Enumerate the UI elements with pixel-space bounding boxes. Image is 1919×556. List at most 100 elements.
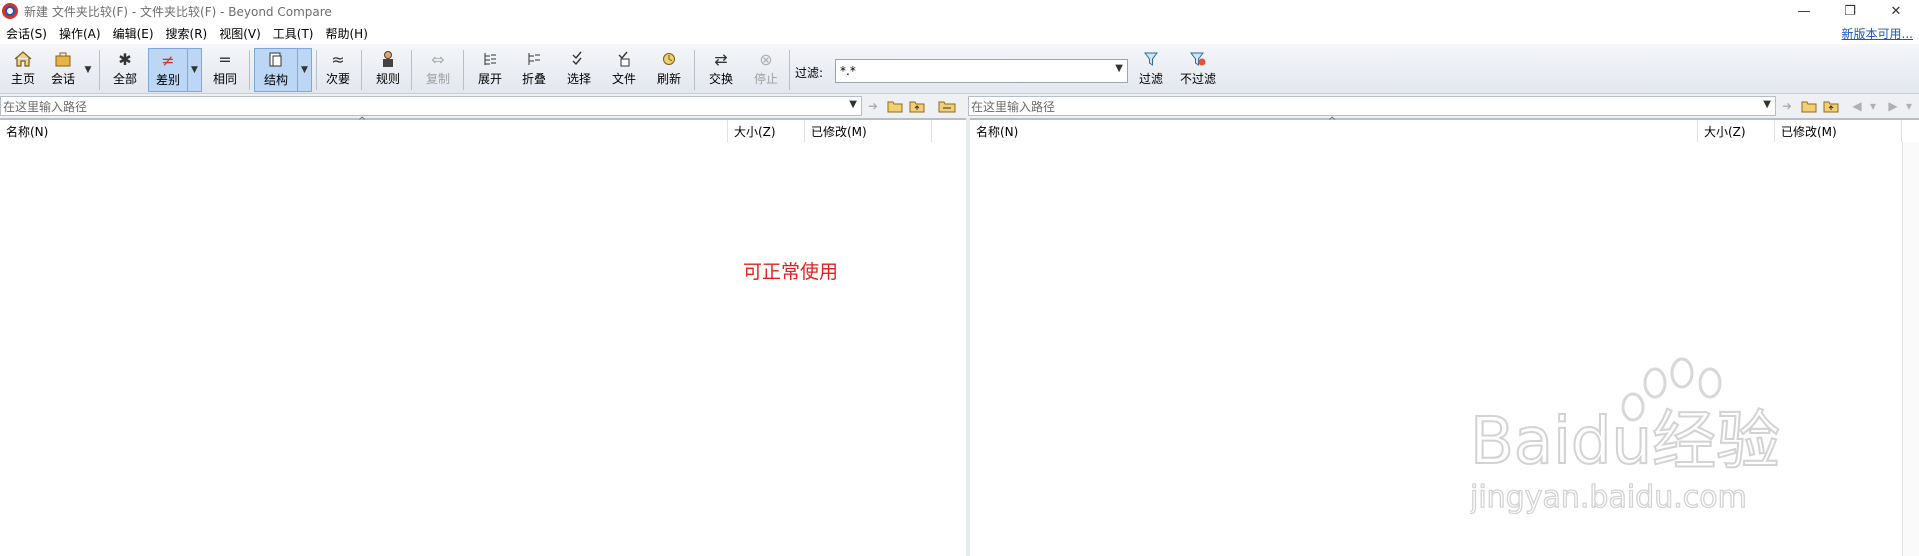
no-filter-label: 不过滤: [1179, 72, 1216, 86]
stop-label: 停止: [753, 72, 778, 86]
toolbar-separator: [789, 50, 790, 90]
title-bar: 新建 文件夹比较(F) - 文件夹比较(F) - Beyond Compare …: [0, 0, 1919, 22]
checkmarks-icon: [571, 48, 587, 70]
toolbar-separator: [411, 50, 412, 90]
watermark-brand: Baidu经验: [1470, 405, 1780, 479]
right-size-column-header[interactable]: 大小(Z): [1698, 120, 1775, 142]
show-all-label: 全部: [112, 72, 137, 86]
right-path-input[interactable]: 在这里输入路径 ▼: [968, 96, 1776, 116]
show-same-label: 相同: [212, 72, 237, 86]
structure-button[interactable]: 结构: [254, 48, 298, 92]
asterisk-icon: ✱: [118, 49, 132, 69]
app-logo-icon: [2, 3, 18, 19]
watermark-url: jingyan.baidu.com: [1470, 480, 1747, 515]
right-browse-folder-icon[interactable]: [1800, 98, 1818, 114]
restore-button[interactable]: ❐: [1827, 0, 1873, 22]
stop-icon: ⊗: [759, 49, 773, 69]
right-size-header-label: 大小(Z): [1704, 124, 1746, 139]
show-diff-label: 差别: [155, 73, 180, 87]
annotation-text: 可正常使用: [743, 261, 839, 283]
select-button[interactable]: 选择: [563, 48, 595, 92]
right-modified-column-header[interactable]: 已修改(M): [1775, 120, 1902, 142]
left-size-column-header[interactable]: 大小(Z): [728, 120, 805, 142]
equals-icon: =: [218, 49, 232, 69]
left-pane[interactable]: 名称(N) ^ 大小(Z) 已修改(M): [0, 116, 966, 556]
minor-label: 次要: [325, 72, 350, 86]
swap-icon: ⇄: [714, 49, 728, 69]
left-swap-folders-icon[interactable]: [938, 98, 956, 114]
minor-button[interactable]: ≈ 次要: [322, 48, 354, 92]
show-same-button[interactable]: = 相同: [208, 48, 242, 92]
file-check-icon: [616, 48, 632, 70]
show-diff-button[interactable]: ≠ 差别: [148, 48, 188, 92]
files-label: 文件: [611, 72, 636, 86]
minimize-button[interactable]: —: [1781, 0, 1827, 22]
right-go-icon[interactable]: ➜: [1778, 98, 1796, 114]
new-version-link[interactable]: 新版本可用...: [1842, 25, 1913, 42]
sort-ascending-icon: ^: [358, 116, 367, 127]
right-parent-folder-icon[interactable]: [1822, 98, 1840, 114]
copy-button[interactable]: ⇔ 复制: [422, 48, 454, 92]
collapse-button[interactable]: 折叠: [518, 48, 550, 92]
left-parent-folder-icon[interactable]: [908, 98, 926, 114]
right-name-header-label: 名称(N): [976, 124, 1019, 139]
swap-label: 交换: [708, 72, 733, 86]
filter-input[interactable]: *.* ▼: [835, 59, 1128, 83]
structure-icon: [268, 49, 284, 71]
refresh-icon: [661, 48, 677, 70]
window-controls: — ❐ ✕: [1781, 0, 1919, 22]
chevron-down-icon[interactable]: ▼: [1763, 99, 1771, 110]
expand-button[interactable]: 展开: [474, 48, 506, 92]
right-name-column-header[interactable]: 名称(N) ^: [970, 116, 1698, 142]
not-equal-icon: ≠: [161, 50, 175, 70]
show-all-button[interactable]: ✱ 全部: [107, 48, 143, 92]
refresh-button[interactable]: 刷新: [653, 48, 685, 92]
menu-actions[interactable]: 操作(A): [53, 25, 107, 42]
menu-session[interactable]: 会话(S): [0, 25, 53, 42]
structure-dropdown-icon[interactable]: ▼: [298, 48, 312, 92]
filter-field-label: 过滤:: [795, 66, 824, 80]
right-path-placeholder: 在这里输入路径: [971, 99, 1056, 114]
session-button[interactable]: 会话: [46, 48, 80, 92]
forward-dropdown-icon[interactable]: ▾: [1900, 98, 1918, 114]
toolbar-separator: [694, 50, 695, 90]
filter-value: *.*: [840, 64, 856, 78]
files-button[interactable]: 文件: [608, 48, 640, 92]
stop-button[interactable]: ⊗ 停止: [750, 48, 782, 92]
structure-label: 结构: [263, 73, 288, 87]
menu-tools[interactable]: 工具(T): [267, 25, 320, 42]
diff-dropdown-icon[interactable]: ▼: [188, 48, 202, 92]
session-dropdown-icon[interactable]: ▼: [81, 48, 95, 92]
menu-view[interactable]: 视图(V): [213, 25, 267, 42]
close-button[interactable]: ✕: [1873, 0, 1919, 22]
sort-ascending-icon: ^: [1328, 116, 1337, 127]
session-label: 会话: [50, 72, 75, 86]
back-dropdown-icon[interactable]: ▾: [1864, 98, 1882, 114]
collapse-tree-icon: [526, 48, 542, 70]
menu-bar: 会话(S) 操作(A) 编辑(E) 搜索(R) 视图(V) 工具(T) 帮助(H…: [0, 22, 1919, 44]
left-name-column-header[interactable]: 名称(N) ^: [0, 116, 728, 142]
funnel-icon: [1143, 48, 1159, 70]
left-modified-column-header[interactable]: 已修改(M): [805, 120, 932, 142]
menu-search[interactable]: 搜索(R): [160, 25, 214, 42]
filter-button[interactable]: 过滤: [1134, 48, 1168, 92]
swap-button[interactable]: ⇄ 交换: [705, 48, 737, 92]
select-label: 选择: [566, 72, 591, 86]
menu-edit[interactable]: 编辑(E): [107, 25, 160, 42]
left-path-input[interactable]: 在这里输入路径 ▼: [0, 96, 862, 116]
menu-help[interactable]: 帮助(H): [320, 25, 374, 42]
no-filter-button[interactable]: 不过滤: [1176, 48, 1220, 92]
refresh-label: 刷新: [656, 72, 681, 86]
briefcase-icon: [54, 48, 72, 70]
chevron-down-icon[interactable]: ▼: [849, 99, 857, 110]
expand-label: 展开: [477, 72, 502, 86]
path-row: 在这里输入路径 ▼ ➜ 在这里输入路径 ▼ ➜ ◀ ▾ ▶ ▾: [0, 94, 1919, 118]
rules-button[interactable]: 规则: [372, 48, 404, 92]
baidu-jingyan-watermark: Baidu经验 jingyan.baidu.com: [1470, 357, 1781, 515]
left-modified-header-label: 已修改(M): [811, 124, 867, 139]
left-go-icon[interactable]: ➜: [864, 98, 882, 114]
left-browse-folder-icon[interactable]: [886, 98, 904, 114]
home-button[interactable]: 主页: [6, 48, 40, 92]
approx-icon: ≈: [331, 49, 345, 69]
chevron-down-icon[interactable]: ▼: [1115, 63, 1123, 74]
